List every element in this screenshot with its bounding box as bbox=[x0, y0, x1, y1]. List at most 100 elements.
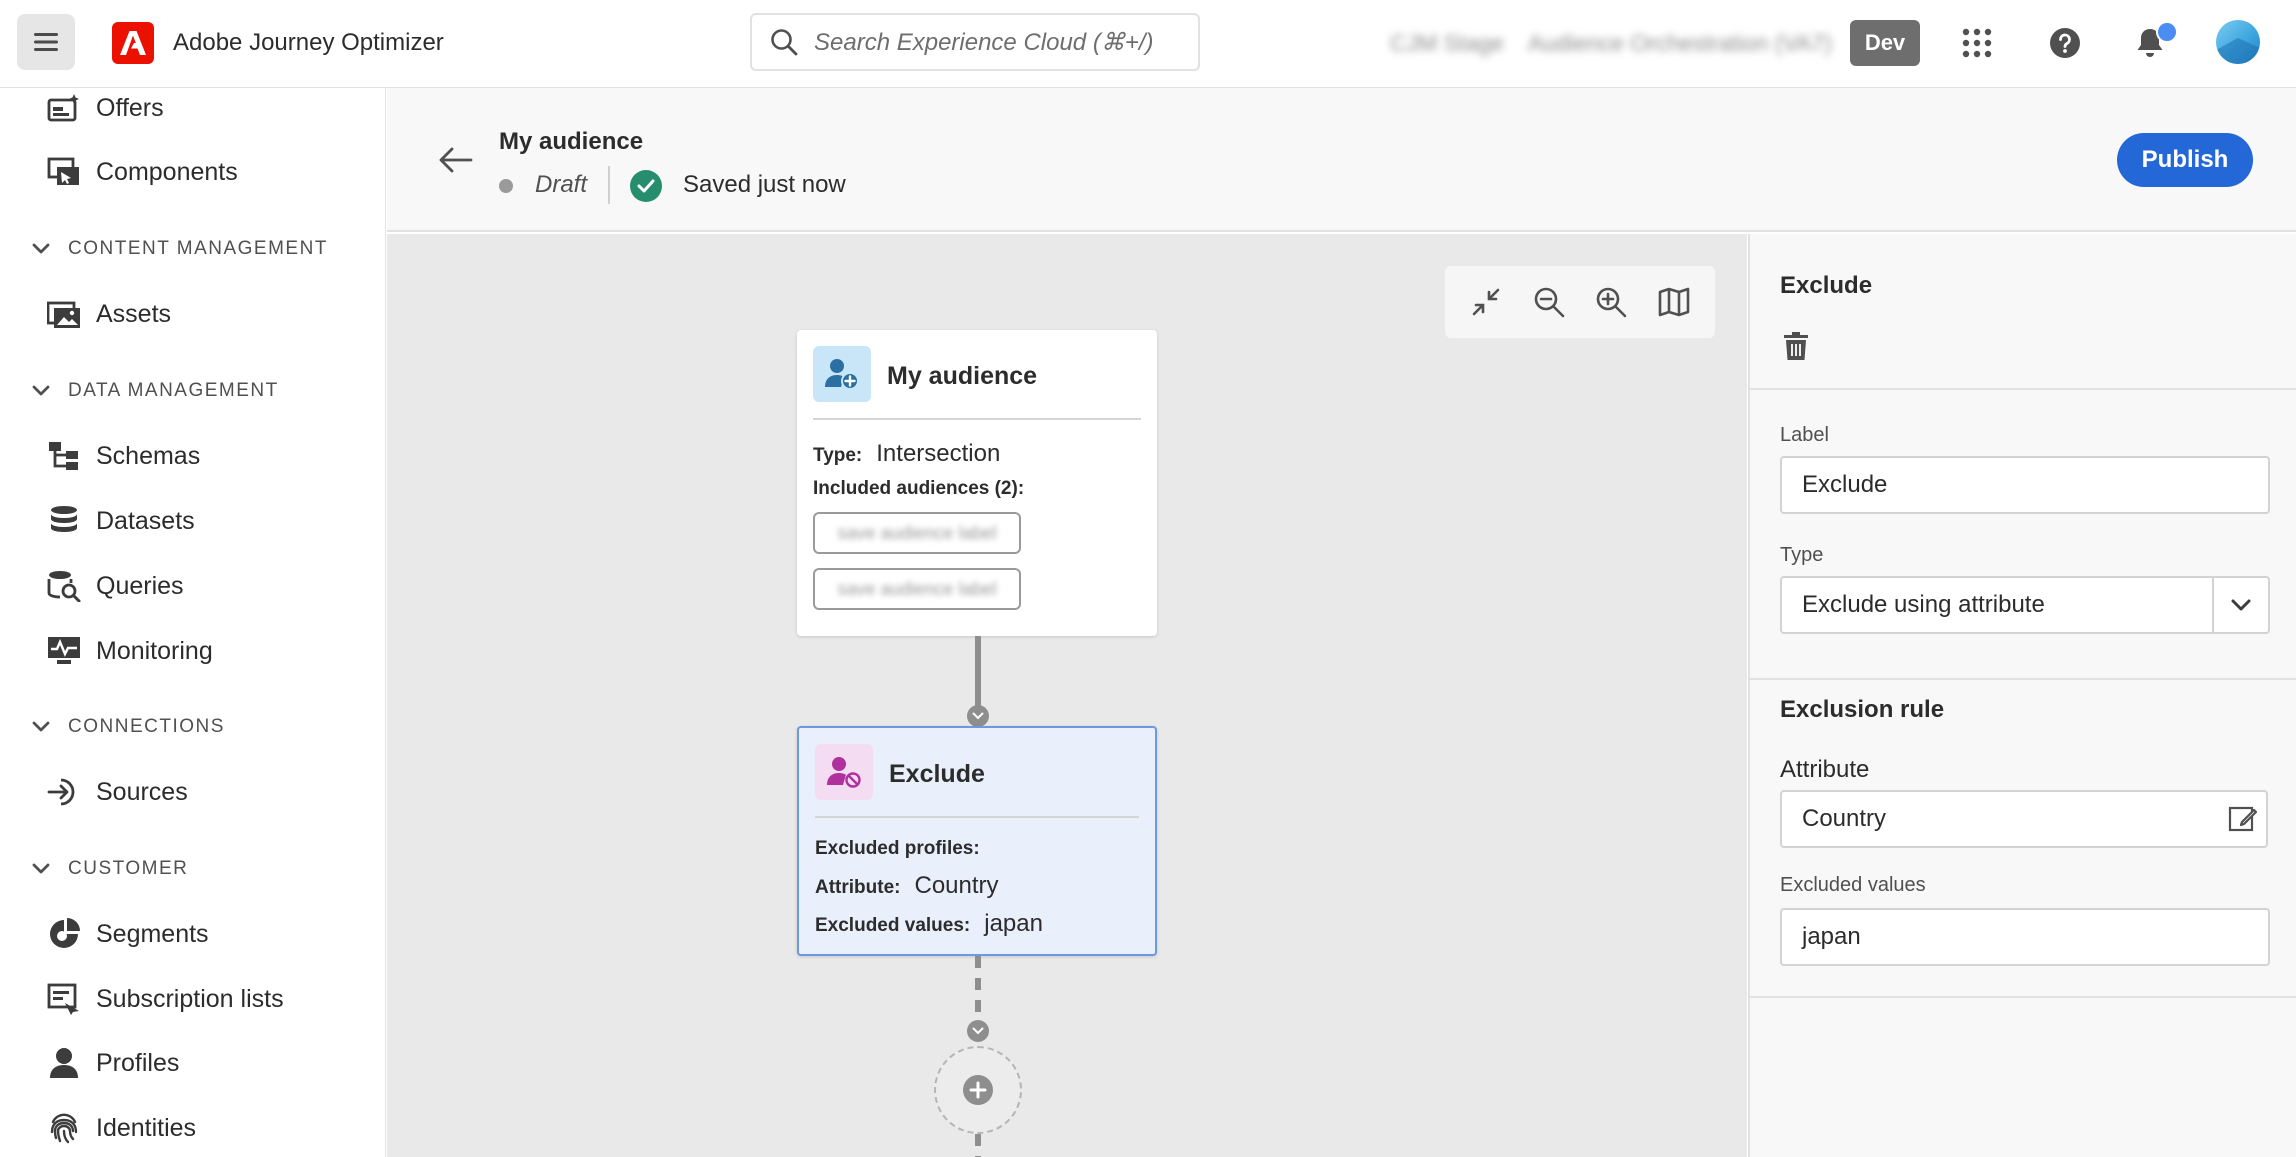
nav-item-queries[interactable]: Queries bbox=[46, 566, 184, 606]
section-customer[interactable]: CUSTOMER bbox=[32, 858, 188, 880]
apps-grid-icon[interactable] bbox=[1956, 22, 1998, 64]
nav-item-assets[interactable]: Assets bbox=[46, 294, 171, 334]
node-divider bbox=[813, 418, 1141, 420]
section-connections[interactable]: CONNECTIONS bbox=[32, 716, 225, 738]
audience-node[interactable]: My audience Type: Intersection Included … bbox=[797, 330, 1157, 636]
audience-chip[interactable]: save audience label bbox=[813, 512, 1021, 554]
connector-line bbox=[975, 636, 981, 716]
excluded-profiles-key: Excluded profiles: bbox=[815, 838, 980, 859]
node-title: My audience bbox=[887, 362, 1038, 390]
offers-icon bbox=[46, 90, 82, 126]
nav-item-profiles[interactable]: Profiles bbox=[46, 1043, 179, 1083]
panel-divider bbox=[1750, 996, 2296, 998]
top-bar: Adobe Journey Optimizer Search Experienc… bbox=[0, 0, 2296, 88]
excluded-values-field-label: Excluded values bbox=[1780, 874, 1926, 896]
user-avatar[interactable] bbox=[2216, 20, 2260, 64]
connector-dashed-line bbox=[975, 1134, 981, 1157]
zoom-in-icon[interactable] bbox=[1589, 280, 1633, 324]
type-row: Type: Intersection bbox=[813, 440, 1000, 468]
add-activity-button[interactable] bbox=[934, 1046, 1022, 1134]
connector-chevron-icon bbox=[967, 705, 989, 727]
audience-chip-label: save audience label bbox=[837, 522, 997, 543]
audience-chip[interactable]: save audience label bbox=[813, 568, 1021, 610]
chevron-down-icon bbox=[32, 243, 50, 254]
nav-item-label: Monitoring bbox=[96, 636, 213, 665]
label-input-value: Exclude bbox=[1802, 471, 1888, 498]
panel-divider bbox=[1750, 388, 2296, 390]
panel-divider bbox=[1750, 678, 2296, 680]
nav-item-offers[interactable]: Offers bbox=[46, 88, 164, 128]
attribute-value: Country bbox=[914, 872, 999, 899]
section-data-management[interactable]: DATA MANAGEMENT bbox=[32, 380, 279, 402]
nav-item-sources[interactable]: Sources bbox=[46, 772, 188, 812]
exclude-user-icon bbox=[815, 744, 873, 800]
nav-item-label: Datasets bbox=[96, 506, 195, 535]
status-divider bbox=[608, 166, 610, 204]
search-input[interactable]: Search Experience Cloud (⌘+/) bbox=[750, 13, 1200, 71]
left-nav-sidebar: Offers Components CONTENT MANAGEMENT Ass… bbox=[0, 88, 386, 1157]
app-title[interactable]: Adobe Journey Optimizer bbox=[173, 29, 444, 57]
queries-icon bbox=[46, 568, 82, 604]
chevron-down-icon bbox=[32, 721, 50, 732]
nav-item-label: Assets bbox=[96, 299, 172, 328]
chevron-down-icon[interactable] bbox=[2212, 578, 2268, 632]
checkmark-icon bbox=[630, 170, 662, 202]
attribute-row: Attribute: Country bbox=[815, 872, 999, 900]
nav-item-label: Components bbox=[96, 157, 238, 186]
attribute-input-value: Country bbox=[1802, 805, 1887, 832]
back-arrow-icon[interactable] bbox=[435, 140, 475, 180]
sandbox-label[interactable]: CJM Stage bbox=[1390, 30, 1504, 57]
nav-item-subscription-lists[interactable]: Subscription lists bbox=[46, 979, 284, 1019]
node-title: Exclude bbox=[889, 760, 985, 788]
nav-item-label: Subscription lists bbox=[96, 984, 284, 1013]
nav-item-label: Offers bbox=[96, 93, 164, 122]
org-label[interactable]: Audience Orchestration (VA7) bbox=[1528, 30, 1832, 57]
edit-attribute-button[interactable] bbox=[2220, 790, 2268, 848]
exclusion-rule-title: Exclusion rule bbox=[1780, 696, 1945, 723]
nav-item-schemas[interactable]: Schemas bbox=[46, 436, 200, 476]
nav-item-segments[interactable]: Segments bbox=[46, 914, 209, 954]
adobe-logo-icon[interactable] bbox=[112, 22, 154, 64]
excluded-values-row: Excluded values: japan bbox=[815, 910, 1043, 938]
workflow-canvas[interactable]: My audience Type: Intersection Included … bbox=[387, 234, 1747, 1157]
type-key: Type: bbox=[813, 445, 863, 466]
attribute-input[interactable]: Country bbox=[1780, 790, 2222, 848]
help-icon[interactable] bbox=[2044, 22, 2086, 64]
section-title: CONTENT MANAGEMENT bbox=[68, 238, 328, 259]
notification-badge bbox=[2156, 21, 2178, 43]
search-icon bbox=[771, 29, 798, 56]
exclude-node[interactable]: Exclude Excluded profiles: Attribute: Co… bbox=[797, 726, 1157, 956]
excluded-profiles-row: Excluded profiles: bbox=[815, 838, 994, 860]
map-icon[interactable] bbox=[1652, 280, 1696, 324]
nav-item-components[interactable]: Components bbox=[46, 152, 238, 192]
type-select[interactable]: Exclude using attribute bbox=[1780, 576, 2270, 634]
environment-badge[interactable]: Dev bbox=[1850, 20, 1920, 66]
edit-pencil-icon bbox=[2228, 806, 2258, 832]
connector-chevron-icon bbox=[967, 1020, 989, 1042]
page-title: My audience bbox=[499, 128, 644, 155]
nav-item-identities[interactable]: Identities bbox=[46, 1108, 196, 1148]
publish-button[interactable]: Publish bbox=[2117, 133, 2253, 187]
excluded-values-input-value: japan bbox=[1802, 923, 1861, 950]
components-icon bbox=[46, 154, 82, 190]
section-title: CUSTOMER bbox=[68, 858, 189, 879]
nav-item-label: Identities bbox=[96, 1113, 197, 1142]
excluded-values-input[interactable]: japan bbox=[1780, 908, 2270, 966]
nav-item-datasets[interactable]: Datasets bbox=[46, 501, 195, 541]
node-divider bbox=[815, 816, 1139, 818]
canvas-toolbar bbox=[1445, 266, 1715, 338]
collapse-icon[interactable] bbox=[1464, 280, 1508, 324]
saved-status: Saved just now bbox=[683, 171, 846, 198]
audience-chip-label: save audience label bbox=[837, 578, 997, 599]
subscription-lists-icon bbox=[46, 981, 82, 1017]
label-input[interactable]: Exclude bbox=[1780, 456, 2270, 514]
section-content-management[interactable]: CONTENT MANAGEMENT bbox=[32, 238, 328, 260]
fingerprint-icon bbox=[46, 1110, 82, 1146]
hamburger-menu-icon[interactable] bbox=[17, 14, 75, 70]
section-title: CONNECTIONS bbox=[68, 716, 225, 737]
zoom-out-icon[interactable] bbox=[1527, 280, 1571, 324]
delete-trash-icon[interactable] bbox=[1780, 328, 1812, 364]
panel-title: Exclude bbox=[1780, 272, 1873, 299]
nav-item-label: Schemas bbox=[96, 441, 201, 470]
nav-item-monitoring[interactable]: Monitoring bbox=[46, 631, 213, 671]
